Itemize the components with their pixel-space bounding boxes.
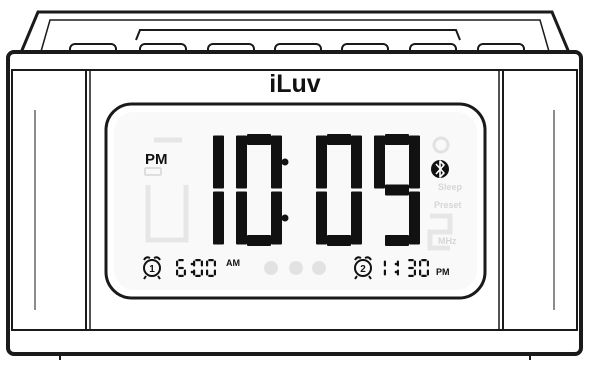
segment-c xyxy=(213,269,216,276)
alarm-2-colon-bottom xyxy=(394,270,398,274)
segment-e xyxy=(193,269,196,276)
segment-b xyxy=(426,260,429,267)
segment-d xyxy=(247,235,271,246)
segment-g xyxy=(408,266,414,270)
segment-c xyxy=(426,269,429,276)
segment-g xyxy=(385,184,409,196)
segment-a xyxy=(421,259,427,262)
segment-e xyxy=(316,191,327,245)
segment-f xyxy=(193,260,196,267)
segment-f xyxy=(419,260,422,267)
alarm-1-colon-bottom xyxy=(190,270,194,274)
bluetooth-icon xyxy=(431,160,449,178)
segment-e xyxy=(176,269,179,276)
top-handle xyxy=(135,29,461,41)
segment-c xyxy=(183,269,186,276)
segment-a xyxy=(195,259,201,262)
segment-e xyxy=(236,191,247,245)
segment-e xyxy=(419,269,422,276)
alarm-1-colon-top xyxy=(190,262,194,266)
alarm-2-colon-top xyxy=(394,262,398,266)
svg-text:2: 2 xyxy=(360,264,366,275)
segment-f xyxy=(206,260,209,267)
segment-a xyxy=(385,134,409,145)
segment-e xyxy=(206,269,209,276)
segment-d xyxy=(178,274,184,277)
alarm-2-period: PM xyxy=(436,267,450,277)
segment-d xyxy=(385,235,409,246)
svg-text:1: 1 xyxy=(149,264,155,275)
unlit-source-icons xyxy=(264,261,326,275)
segment-a xyxy=(408,259,414,262)
segment-f xyxy=(316,135,327,189)
segment-b xyxy=(200,260,203,267)
segment-f xyxy=(236,135,247,189)
brand-logo: iLuv xyxy=(269,70,320,98)
segment-b xyxy=(409,135,420,189)
segment-c xyxy=(271,191,282,245)
segment-c xyxy=(413,269,416,276)
segment-d xyxy=(195,274,201,277)
unlit-label-sleep: Sleep xyxy=(438,182,463,192)
segment-a xyxy=(208,259,214,262)
segment-b xyxy=(213,260,216,267)
segment-b xyxy=(413,260,416,267)
segment-c xyxy=(200,269,203,276)
alarm-1-period: AM xyxy=(226,258,240,268)
segment-c xyxy=(213,191,224,245)
segment-c xyxy=(409,191,420,245)
unlit-label-preset: Preset xyxy=(434,200,462,210)
segment-a xyxy=(327,134,351,145)
segment-a xyxy=(247,134,271,145)
period-indicator: PM xyxy=(145,151,168,168)
unlit-label-mhz: MHz xyxy=(438,236,457,246)
colon-dot-top xyxy=(281,158,289,166)
segment-f xyxy=(176,260,179,267)
segment-d xyxy=(421,274,427,277)
segment-a xyxy=(178,259,184,262)
segment-d xyxy=(208,274,214,277)
segment-c xyxy=(383,269,386,276)
segment-b xyxy=(351,135,362,189)
segment-b xyxy=(271,135,282,189)
alarm-clock-device: iLuv Sleep Preset MHz PM 1 AM 2 PM xyxy=(0,0,589,362)
segment-g xyxy=(178,266,184,270)
segment-d xyxy=(327,235,351,246)
segment-b xyxy=(383,260,386,267)
segment-b xyxy=(213,135,224,189)
segment-d xyxy=(408,274,414,277)
segment-f xyxy=(374,135,385,189)
colon-dot-bottom xyxy=(281,214,289,222)
segment-c xyxy=(351,191,362,245)
